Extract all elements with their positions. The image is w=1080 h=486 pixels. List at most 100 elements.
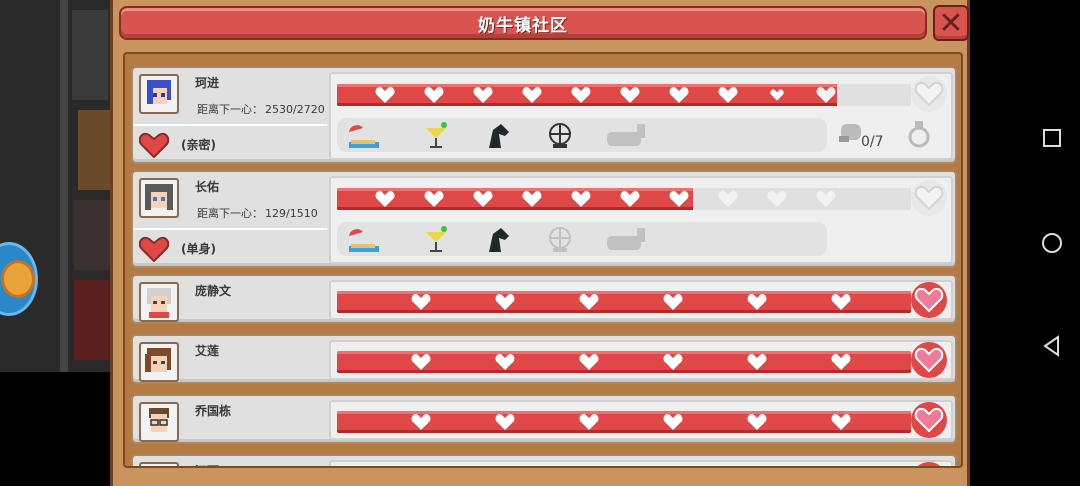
- circle-icon[interactable]: [1040, 231, 1064, 255]
- resident-name: 乔国栋: [195, 404, 232, 418]
- umbrella-beach-icon[interactable]: [347, 226, 381, 254]
- affection-panel: [329, 460, 953, 466]
- bar-heart-icon: [669, 190, 689, 207]
- bar-heart-icon: [620, 86, 640, 103]
- affection-bar: [337, 351, 911, 373]
- bar-heart-icon: [522, 190, 542, 207]
- progress-value: 129/1510: [265, 207, 318, 220]
- resident-row[interactable]: 庞静文: [131, 274, 957, 324]
- bar-heart-icon: [411, 413, 431, 430]
- max-heart-icon: [911, 342, 947, 378]
- affection-bar: [337, 411, 911, 433]
- bar-heart-icon: [424, 190, 444, 207]
- progress-value: 2530/2720: [265, 103, 325, 116]
- bar-heart-icon: [747, 293, 767, 310]
- avatar: [139, 462, 179, 466]
- system-nav-bar: [1000, 0, 1080, 486]
- affection-panel: [329, 176, 953, 264]
- divider: [133, 124, 327, 126]
- resident-name: 珂进: [195, 76, 220, 90]
- resident-list[interactable]: 珂进 距离下一心： 2530/2720 (亲密) 0/7 长佑 距离下一心： 1…: [123, 52, 963, 468]
- avatar: [139, 178, 179, 218]
- bar-heart-icon: [411, 353, 431, 370]
- bar-heart-icon: [669, 86, 689, 103]
- next-heart-label: 距离下一心：: [197, 207, 263, 220]
- collection-count: 0/7: [861, 134, 884, 150]
- bar-heart-icon: [663, 413, 683, 430]
- panel-header: 奶牛镇社区: [119, 6, 927, 40]
- bar-heart-icon: [411, 293, 431, 310]
- horse-head-icon[interactable]: [481, 226, 515, 254]
- triangle-back-icon[interactable]: [1040, 334, 1064, 358]
- bar-heart-icon: [571, 86, 591, 103]
- horse-head-icon[interactable]: [481, 122, 515, 150]
- next-heart-label: 距离下一心：: [197, 103, 263, 116]
- square-icon[interactable]: [1040, 126, 1064, 150]
- affection-bar: [337, 188, 911, 210]
- affection-panel: [329, 280, 953, 320]
- ferris-wheel-icon[interactable]: [543, 226, 577, 254]
- bar-heart-icon: [663, 293, 683, 310]
- max-heart-icon: [911, 402, 947, 438]
- affection-panel: [329, 340, 953, 380]
- max-heart-icon: [917, 462, 941, 466]
- bar-heart-icon: [718, 190, 738, 207]
- resident-name: 艾莲: [195, 344, 220, 358]
- max-heart-icon: [911, 282, 947, 318]
- affection-bar: [337, 291, 911, 313]
- resident-row[interactable]: 珂进 距离下一心： 2530/2720 (亲密) 0/7: [131, 66, 957, 164]
- resident-name: 长佑: [195, 180, 220, 194]
- bar-heart-icon: [663, 353, 683, 370]
- bar-heart-icon: [424, 86, 444, 103]
- bar-heart-icon: [522, 86, 542, 103]
- heart-icon: [139, 132, 169, 158]
- gift-strip: [337, 222, 827, 256]
- resident-row[interactable]: 乔国栋: [131, 394, 957, 444]
- bar-heart-icon: [816, 190, 836, 207]
- alpaca-icon[interactable]: [605, 226, 651, 254]
- bar-heart-icon: [375, 86, 395, 103]
- bar-heart-icon: [579, 353, 599, 370]
- game-background: [0, 0, 110, 372]
- relationship-status: (单身): [181, 242, 216, 256]
- alpaca-icon[interactable]: [605, 122, 651, 150]
- resident-row[interactable]: 艾莲: [131, 334, 957, 384]
- page-title: 奶牛镇社区: [478, 15, 568, 36]
- resident-row[interactable]: 长佑 距离下一心： 129/1510 (单身): [131, 170, 957, 268]
- community-panel: 奶牛镇社区 ✕ 珂进 距离下一心： 2530/2720 (亲密) 0/7 长佑 …: [110, 0, 970, 486]
- cocktail-icon[interactable]: [419, 226, 453, 254]
- bar-heart-icon: [473, 86, 493, 103]
- affection-panel: [329, 400, 953, 440]
- close-icon: ✕: [938, 5, 964, 41]
- bar-heart-icon: [747, 353, 767, 370]
- max-heart-icon: [911, 180, 947, 216]
- close-button[interactable]: ✕: [933, 5, 969, 41]
- ferris-wheel-icon[interactable]: [543, 122, 577, 150]
- bar-heart-icon: [770, 89, 784, 101]
- affection-bar: [337, 84, 911, 106]
- bar-heart-icon: [620, 190, 640, 207]
- avatar: [139, 74, 179, 114]
- bar-heart-icon: [816, 86, 836, 103]
- gift-strip: [337, 118, 827, 152]
- heart-icon: [139, 236, 169, 262]
- resident-name: 庞静文: [195, 284, 232, 298]
- next-heart-progress: 距离下一心： 2530/2720: [195, 101, 325, 117]
- bar-heart-icon: [579, 413, 599, 430]
- divider: [133, 228, 327, 230]
- relationship-status: (亲密): [181, 138, 216, 152]
- resident-row[interactable]: 江珂: [131, 454, 957, 466]
- cocktail-icon[interactable]: [419, 122, 453, 150]
- avatar: [139, 282, 179, 322]
- affection-panel: 0/7: [329, 72, 953, 160]
- bar-heart-icon: [473, 190, 493, 207]
- bar-heart-icon: [495, 413, 515, 430]
- avatar: [139, 342, 179, 382]
- bar-heart-icon: [831, 413, 851, 430]
- bar-heart-icon: [495, 353, 515, 370]
- bar-heart-icon: [375, 190, 395, 207]
- max-heart-icon: [911, 76, 947, 112]
- bar-heart-icon: [767, 190, 787, 207]
- bar-heart-icon: [579, 293, 599, 310]
- umbrella-beach-icon[interactable]: [347, 122, 381, 150]
